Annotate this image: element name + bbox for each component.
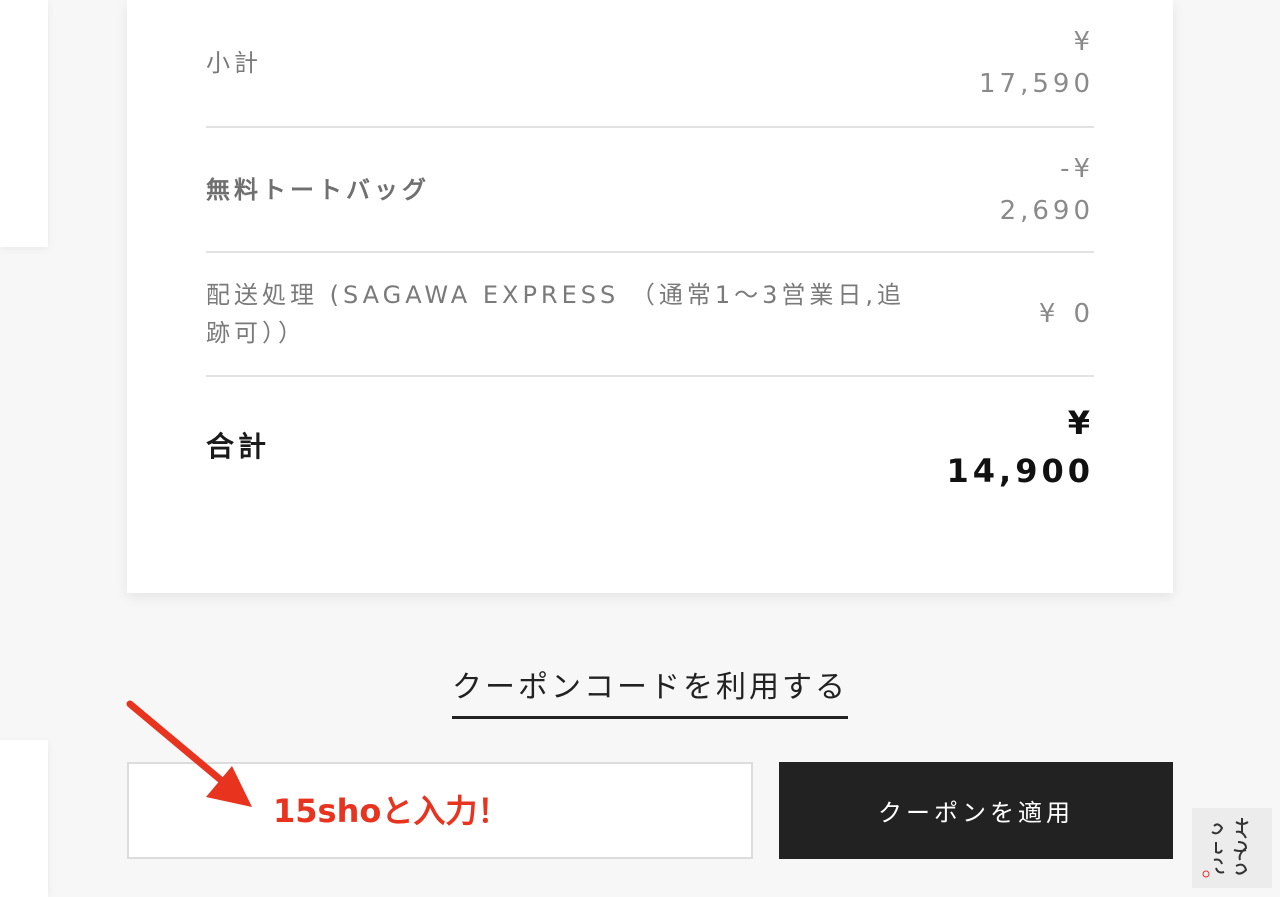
discount-row: 無料トートバッグ -¥ 2,690	[206, 128, 1094, 253]
handwritten-logo-icon	[1202, 818, 1249, 878]
coupon-code-input[interactable]	[127, 762, 753, 859]
discount-value: 2,690	[999, 195, 1094, 226]
shipping-currency: ¥	[1038, 299, 1060, 329]
subtotal-value: 17,590	[979, 69, 1094, 99]
discount-currency: -¥	[1060, 153, 1094, 184]
total-currency: ¥	[1067, 404, 1094, 442]
order-summary-card: 小計 ¥ 17,590 無料トートバッグ -¥ 2,690 配送処理 (SAGA…	[127, 0, 1173, 593]
total-amount: ¥ 14,900	[947, 399, 1094, 495]
shipping-label: 配送処理 (SAGAWA EXPRESS （通常1～3営業日,追跡可））	[206, 281, 906, 347]
shipping-amount: ¥0	[1039, 293, 1094, 335]
subtotal-currency: ¥	[1073, 27, 1094, 57]
subtotal-row: 小計 ¥ 17,590	[206, 0, 1094, 128]
discount-amount: -¥ 2,690	[1000, 148, 1094, 232]
subtotal-label: 小計	[206, 49, 262, 77]
total-label: 合計	[206, 430, 271, 463]
total-value: 14,900	[946, 452, 1094, 490]
shipping-value: 0	[1073, 299, 1094, 329]
shipping-row: 配送処理 (SAGAWA EXPRESS （通常1～3営業日,追跡可）） ¥0	[206, 253, 1094, 377]
total-row: 合計 ¥ 14,900	[206, 377, 1094, 517]
subtotal-amount: ¥ 17,590	[979, 21, 1094, 105]
watermark-logo	[1192, 808, 1272, 888]
discount-label: 無料トートバッグ	[206, 175, 430, 204]
side-panel-top	[0, 0, 48, 247]
side-panel-bottom	[0, 740, 48, 897]
apply-coupon-button[interactable]: クーポンを適用	[779, 762, 1173, 859]
use-coupon-link[interactable]: クーポンコードを利用する	[452, 662, 848, 719]
